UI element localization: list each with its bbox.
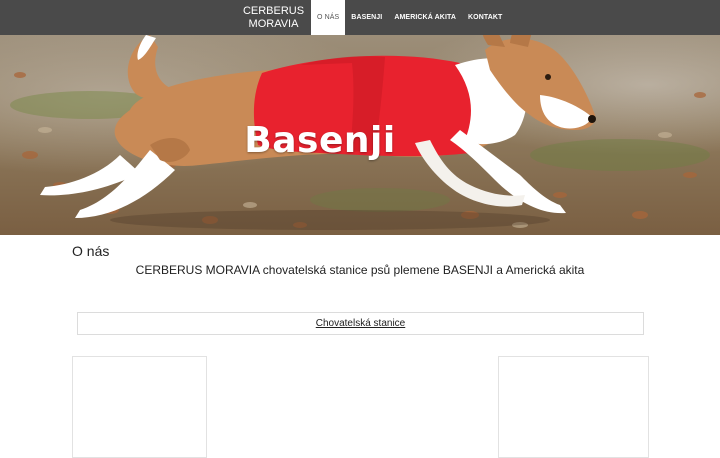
lead-text: CERBERUS MORAVIA chovatelská stanice psů…: [135, 263, 585, 277]
nav-item-kontakt[interactable]: KONTAKT: [462, 0, 508, 35]
hero-banner: Basenji: [0, 35, 720, 235]
content-card-left: [72, 356, 207, 458]
nav-item-basenji[interactable]: BASENJI: [345, 0, 388, 35]
kennel-link[interactable]: Chovatelská stanice: [316, 318, 406, 329]
hero-title: Basenji: [244, 120, 396, 161]
nav-item-americka-akita[interactable]: AMERICKÁ AKITA: [388, 0, 462, 35]
kennel-link-box: Chovatelská stanice: [77, 312, 644, 335]
section-title: O nás: [72, 243, 110, 259]
top-navigation-bar: CERBERUS MORAVIA O nás BASENJI AMERICKÁ …: [0, 0, 720, 35]
brand-line-1: CERBERUS: [242, 5, 305, 17]
nav-item-o-nas[interactable]: O nás: [311, 0, 346, 35]
content-card-right: [498, 356, 649, 458]
main-menu: O nás BASENJI AMERICKÁ AKITA KONTAKT: [311, 0, 508, 35]
brand-logo[interactable]: CERBERUS MORAVIA: [241, 5, 306, 31]
brand-line-2: MORAVIA: [248, 18, 299, 30]
